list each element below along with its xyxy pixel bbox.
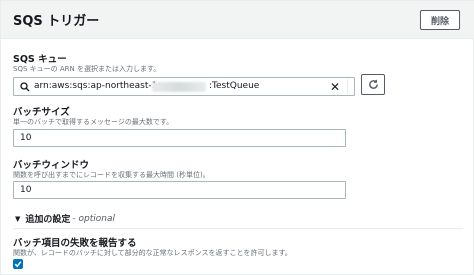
search-icon: [20, 82, 30, 92]
report-failures-checkbox[interactable]: [13, 259, 23, 269]
delete-button[interactable]: 削除: [420, 10, 460, 30]
batch-window-input[interactable]: 10: [13, 181, 346, 199]
panel-header: SQS トリガー 削除: [1, 1, 474, 39]
additional-settings-label: 追加の設定: [25, 215, 71, 225]
batch-window-description: 関数を呼び出すまでにレコードを収集する最大時間 (秒単位)。: [13, 171, 210, 179]
sqs-trigger-panel: SQS トリガー 削除 SQS キュー SQS キューの ARN を選択または入…: [0, 0, 474, 275]
divider: [13, 228, 463, 229]
panel-title: SQS トリガー: [13, 14, 100, 29]
sqs-queue-value-prefix: arn:aws:sqs:ap-northeast-1:: [34, 81, 161, 91]
optional-tag: - optional: [72, 213, 115, 224]
batch-window-label: バッチウィンドウ: [13, 160, 90, 171]
additional-settings-toggle[interactable]: ▼ 追加の設定 - optional: [13, 212, 115, 226]
redacted-account-id: [152, 82, 206, 92]
sqs-queue-description: SQS キューの ARN を選択または入力します。: [13, 65, 161, 73]
report-failures-description: 関数が、レコードのバッチに対して部分的な正常なレスポンスを返すことを許可します。: [13, 249, 292, 257]
batch-size-input[interactable]: 10: [13, 129, 346, 147]
sqs-queue-input[interactable]: arn:aws:sqs:ap-northeast-1: :TestQueue ✕: [13, 77, 355, 96]
input-divider: [347, 79, 348, 94]
sqs-queue-value-suffix: :TestQueue: [209, 81, 260, 91]
checkmark-icon: [14, 261, 22, 268]
refresh-icon: [368, 79, 378, 89]
batch-size-label: バッチサイズ: [13, 107, 70, 118]
close-icon[interactable]: ✕: [330, 81, 340, 93]
refresh-button[interactable]: [361, 74, 385, 95]
caret-down-icon: ▼: [15, 214, 21, 223]
report-failures-label: バッチ項目の失敗を報告する: [13, 238, 137, 249]
sqs-queue-label: SQS キュー: [13, 54, 67, 65]
batch-size-description: 単一のバッチで取得するメッセージの最大数です。: [13, 118, 174, 126]
